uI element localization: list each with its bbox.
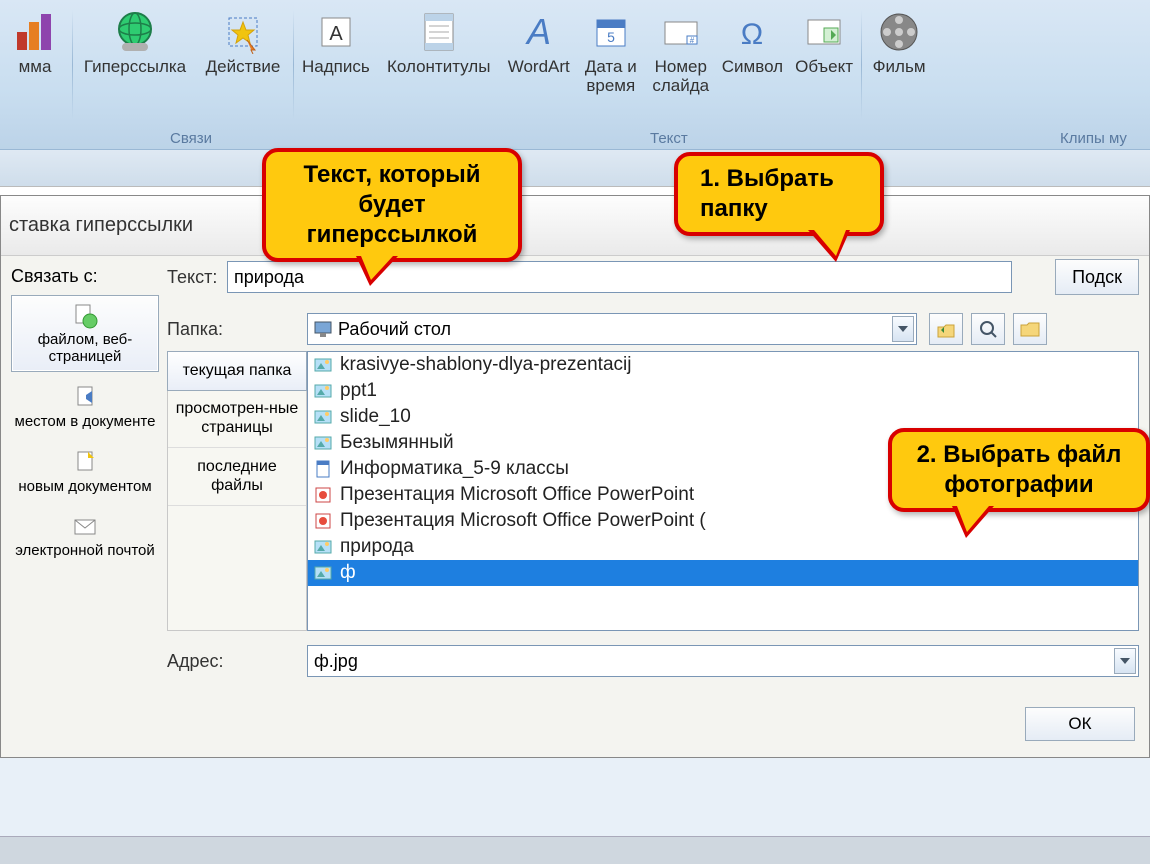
ribbon-btn-headerfooter[interactable]: Колонтитулы xyxy=(376,4,502,79)
new-doc-icon xyxy=(71,449,99,477)
chart-icon xyxy=(11,8,59,56)
folder-label: Папка: xyxy=(167,319,307,340)
calendar-icon: 5 xyxy=(587,8,635,56)
object-icon xyxy=(800,8,848,56)
link-opt-file-web[interactable]: файлом, веб-страницей xyxy=(11,295,159,372)
address-combobox[interactable]: ф.jpg xyxy=(307,645,1139,677)
link-opt-email[interactable]: электронной почтой xyxy=(11,507,159,566)
file-type-icon xyxy=(312,432,334,454)
ribbon: мма Гиперссылка Действие A Надпись Колон… xyxy=(0,0,1150,150)
ribbon-btn-textbox[interactable]: A Надпись xyxy=(296,4,376,79)
link-to-sidebar: файлом, веб-страницей местом в документе… xyxy=(11,295,159,677)
folder-combobox[interactable]: Рабочий стол xyxy=(307,313,917,345)
file-type-icon xyxy=(312,510,334,532)
omega-icon: Ω xyxy=(728,8,776,56)
file-type-icon xyxy=(312,484,334,506)
bookmark-doc-icon xyxy=(71,384,99,412)
ribbon-group-media: Клипы му xyxy=(1060,130,1127,147)
file-item[interactable]: ppt1 xyxy=(308,378,1138,404)
film-reel-icon xyxy=(875,8,923,56)
file-type-icon xyxy=(312,562,334,584)
wordart-icon: A xyxy=(515,8,563,56)
ribbon-btn-slidenumber[interactable]: # Номер слайда xyxy=(646,4,716,97)
svg-text:#: # xyxy=(690,36,695,45)
file-type-icon xyxy=(312,458,334,480)
callout-select-folder: 1. Выбрать папку xyxy=(674,152,884,236)
dialog-title: ставка гиперссылки xyxy=(9,214,193,237)
display-text-input[interactable] xyxy=(227,261,1012,293)
link-opt-new-doc[interactable]: новым документом xyxy=(11,443,159,502)
page-globe-icon xyxy=(71,302,99,330)
ribbon-btn-movie[interactable]: Фильм xyxy=(864,4,934,79)
callout-text-hyperlink: Текст, который будет гиперссылкой xyxy=(262,148,522,262)
file-item[interactable]: krasivye-shablony-dlya-prezentacij xyxy=(308,352,1138,378)
chevron-down-icon[interactable] xyxy=(892,316,914,342)
svg-text:Ω: Ω xyxy=(741,18,763,51)
star-cursor-icon xyxy=(219,8,267,56)
callout-select-file: 2. Выбрать файл фотографии xyxy=(888,428,1150,512)
browse-web-button[interactable] xyxy=(971,313,1005,345)
svg-text:5: 5 xyxy=(607,29,615,45)
ribbon-group-links: Связи xyxy=(170,130,212,147)
svg-text:A: A xyxy=(525,11,551,52)
globe-icon xyxy=(111,8,159,56)
dialog-titlebar: ставка гиперссылки xyxy=(1,196,1149,256)
file-type-icon xyxy=(312,406,334,428)
ribbon-btn-chart[interactable]: мма xyxy=(0,4,70,79)
ribbon-btn-datetime[interactable]: 5 Дата и время xyxy=(576,4,646,97)
browse-file-button[interactable] xyxy=(1013,313,1047,345)
slidenumber-icon: # xyxy=(657,8,705,56)
ok-button[interactable]: ОК xyxy=(1025,707,1135,741)
text-label: Текст: xyxy=(167,267,227,288)
address-label: Адрес: xyxy=(167,651,307,672)
screen-tip-button[interactable]: Подск xyxy=(1055,259,1139,295)
file-type-icon xyxy=(312,354,334,376)
link-opt-place-in-doc[interactable]: местом в документе xyxy=(11,378,159,437)
email-icon xyxy=(71,513,99,541)
textbox-icon: A xyxy=(312,8,360,56)
headerfooter-icon xyxy=(415,8,463,56)
ribbon-btn-action[interactable]: Действие xyxy=(195,4,291,79)
ribbon-btn-wordart[interactable]: A WordArt xyxy=(502,4,576,79)
tab-recent-files[interactable]: последние файлы xyxy=(168,448,306,506)
file-item[interactable]: природа xyxy=(308,534,1138,560)
desktop-icon xyxy=(312,318,334,340)
ribbon-btn-symbol[interactable]: Ω Символ xyxy=(716,4,789,79)
file-type-icon xyxy=(312,536,334,558)
tab-browsed-pages[interactable]: просмотрен-ные страницы xyxy=(168,390,306,448)
ribbon-btn-object[interactable]: Объект xyxy=(789,4,859,79)
file-item[interactable]: slide_10 xyxy=(308,404,1138,430)
ribbon-btn-hyperlink[interactable]: Гиперссылка xyxy=(75,4,195,79)
chevron-down-icon[interactable] xyxy=(1114,648,1136,674)
file-item[interactable]: ф xyxy=(308,560,1138,586)
file-type-icon xyxy=(312,380,334,402)
browse-tabs: текущая папка просмотрен-ные страницы по… xyxy=(167,351,307,631)
up-folder-button[interactable] xyxy=(929,313,963,345)
svg-text:A: A xyxy=(329,23,343,45)
ribbon-group-text: Текст xyxy=(650,130,688,147)
tab-current-folder[interactable]: текущая папка xyxy=(167,351,307,391)
